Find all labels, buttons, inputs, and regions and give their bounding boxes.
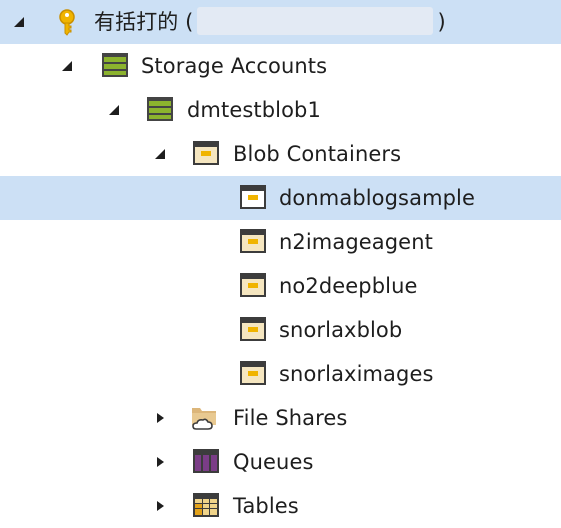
storage-accounts-icon	[102, 53, 128, 79]
expanded-arrow-icon[interactable]	[60, 59, 74, 73]
expanded-arrow-icon[interactable]	[107, 103, 121, 117]
blob-container-icon	[193, 141, 219, 167]
storage-accounts-label: Storage Accounts	[141, 54, 328, 78]
blob-container-icon	[240, 361, 266, 387]
tree-node-tables[interactable]: Tables	[0, 484, 561, 528]
collapsed-arrow-icon[interactable]	[153, 411, 167, 425]
tree-node-file-shares[interactable]: File Shares	[0, 396, 561, 440]
queues-label: Queues	[233, 450, 314, 474]
file-shares-label: File Shares	[233, 406, 348, 430]
tree-node-container[interactable]: snorlaxblob	[0, 308, 561, 352]
key-icon	[56, 9, 82, 36]
expanded-arrow-icon[interactable]	[153, 147, 167, 161]
tree-node-container[interactable]: no2deepblue	[0, 264, 561, 308]
container-label: donmablogsample	[279, 186, 476, 210]
tree-node-storage-account[interactable]: dmtestblob1	[0, 88, 561, 132]
blob-container-icon	[240, 273, 266, 299]
collapsed-arrow-icon[interactable]	[153, 499, 167, 513]
blob-containers-label: Blob Containers	[233, 142, 402, 166]
storage-account-icon	[147, 97, 173, 123]
container-label: n2imageagent	[279, 230, 433, 254]
blob-container-icon	[240, 317, 266, 343]
container-label: snorlaxblob	[279, 318, 403, 342]
tree-node-container[interactable]: n2imageagent	[0, 220, 561, 264]
storage-explorer-tree: 有括打的 () Storage Accounts dmtestblob1 Blo…	[0, 0, 561, 527]
expanded-arrow-icon[interactable]	[12, 15, 26, 29]
subscription-label: 有括打的 ()	[94, 0, 446, 44]
blob-container-icon	[240, 185, 266, 211]
redacted-subscription-id	[197, 7, 434, 35]
storage-account-label: dmtestblob1	[187, 98, 321, 122]
blob-container-icon	[240, 229, 266, 255]
tree-node-container[interactable]: snorlaximages	[0, 352, 561, 396]
tables-label: Tables	[233, 494, 299, 518]
container-label: no2deepblue	[279, 274, 418, 298]
queues-icon	[193, 449, 219, 475]
tree-node-storage-accounts[interactable]: Storage Accounts	[0, 44, 561, 88]
file-shares-icon	[190, 405, 216, 431]
container-label: snorlaximages	[279, 362, 434, 386]
tree-node-subscription[interactable]: 有括打的 ()	[0, 0, 561, 44]
tables-icon	[193, 493, 219, 519]
tree-node-queues[interactable]: Queues	[0, 440, 561, 484]
tree-node-container[interactable]: donmablogsample	[0, 176, 561, 220]
collapsed-arrow-icon[interactable]	[153, 455, 167, 469]
tree-node-blob-containers[interactable]: Blob Containers	[0, 132, 561, 176]
